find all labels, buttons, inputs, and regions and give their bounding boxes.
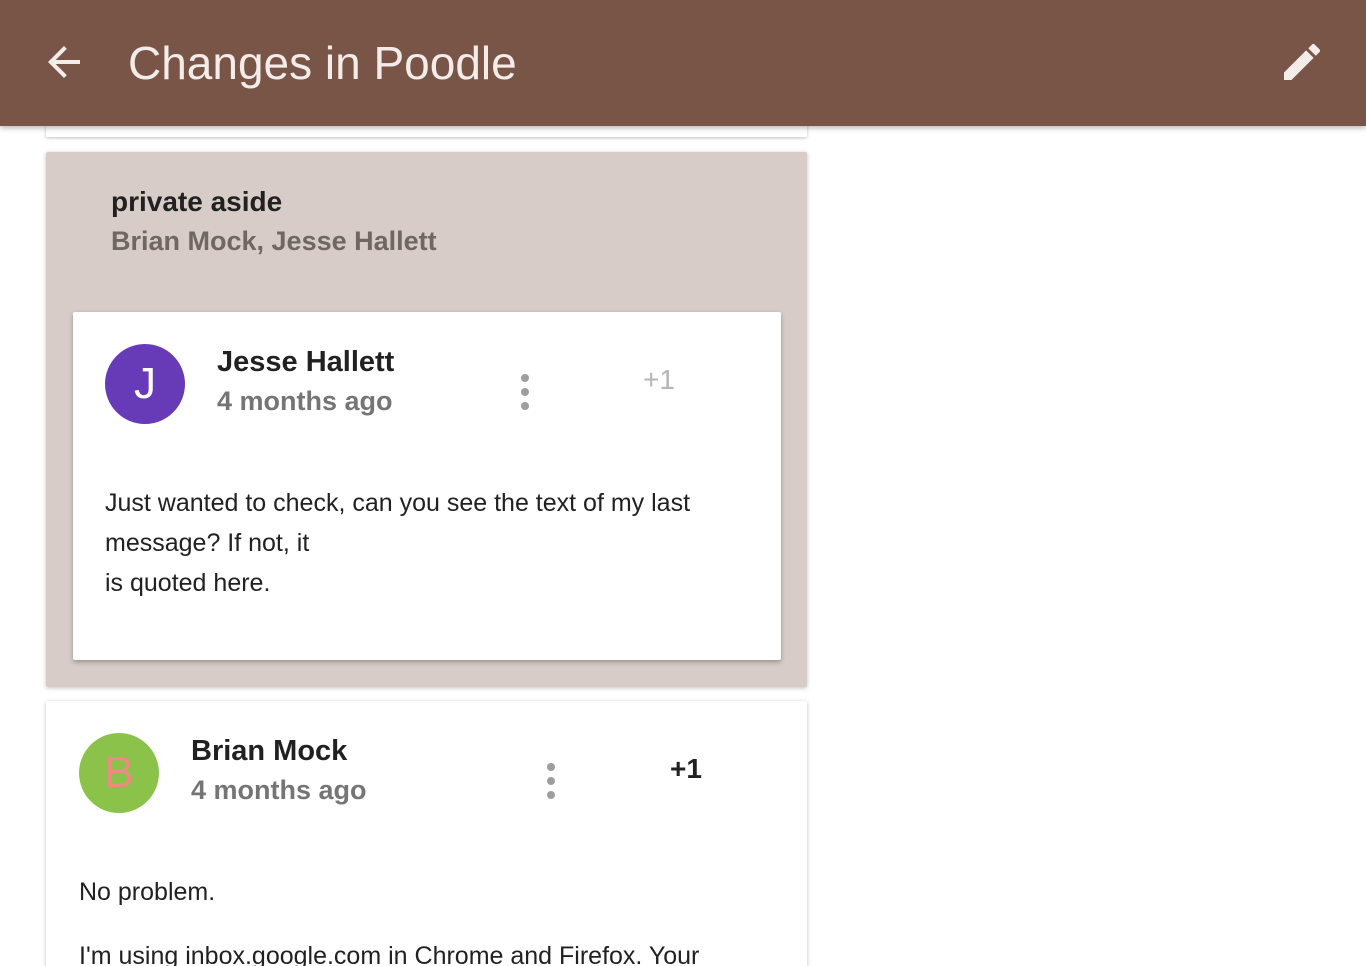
conversation-view: private aside Brian Mock, Jesse Hallett … <box>0 0 1366 966</box>
message-body: Just wanted to check, can you see the te… <box>105 483 745 603</box>
page-title: Changes in Poodle <box>128 37 517 89</box>
message-line: is quoted here. <box>105 569 271 597</box>
pencil-icon <box>1284 43 1321 80</box>
message-line: message? If not, it <box>105 529 310 557</box>
avatar[interactable]: B <box>79 733 159 813</box>
message-body: No problem. I'm using inbox.google.com i… <box>79 872 769 966</box>
message-line: I'm using inbox.google.com in Chrome and… <box>79 942 700 966</box>
app-bar: Changes in Poodle <box>0 0 1366 126</box>
aside-participants: Brian Mock, Jesse Hallett <box>111 226 437 256</box>
plus-one-button[interactable]: +1 <box>670 753 702 785</box>
plus-one-button[interactable]: +1 <box>643 364 675 396</box>
more-options-button[interactable] <box>539 761 563 801</box>
message-line: No problem. <box>79 878 216 906</box>
more-options-button[interactable] <box>513 372 537 412</box>
author-name[interactable]: Jesse Hallett <box>217 346 394 379</box>
message-timestamp: 4 months ago <box>191 775 367 805</box>
back-button[interactable] <box>40 38 88 86</box>
message-timestamp: 4 months ago <box>217 386 393 416</box>
message-card-brian-mock: B Brian Mock 4 months ago +1 No problem.… <box>46 701 807 966</box>
edit-button[interactable] <box>1278 38 1326 86</box>
author-name[interactable]: Brian Mock <box>191 735 347 768</box>
message-line: Just wanted to check, can you see the te… <box>105 489 691 517</box>
aside-title: private aside <box>111 186 283 217</box>
arrow-back-icon <box>48 46 80 78</box>
avatar[interactable]: J <box>105 344 185 424</box>
private-aside-card: private aside Brian Mock, Jesse Hallett … <box>46 152 807 687</box>
message-card-jesse-hallett: J Jesse Hallett 4 months ago +1 Just wan… <box>73 312 781 660</box>
